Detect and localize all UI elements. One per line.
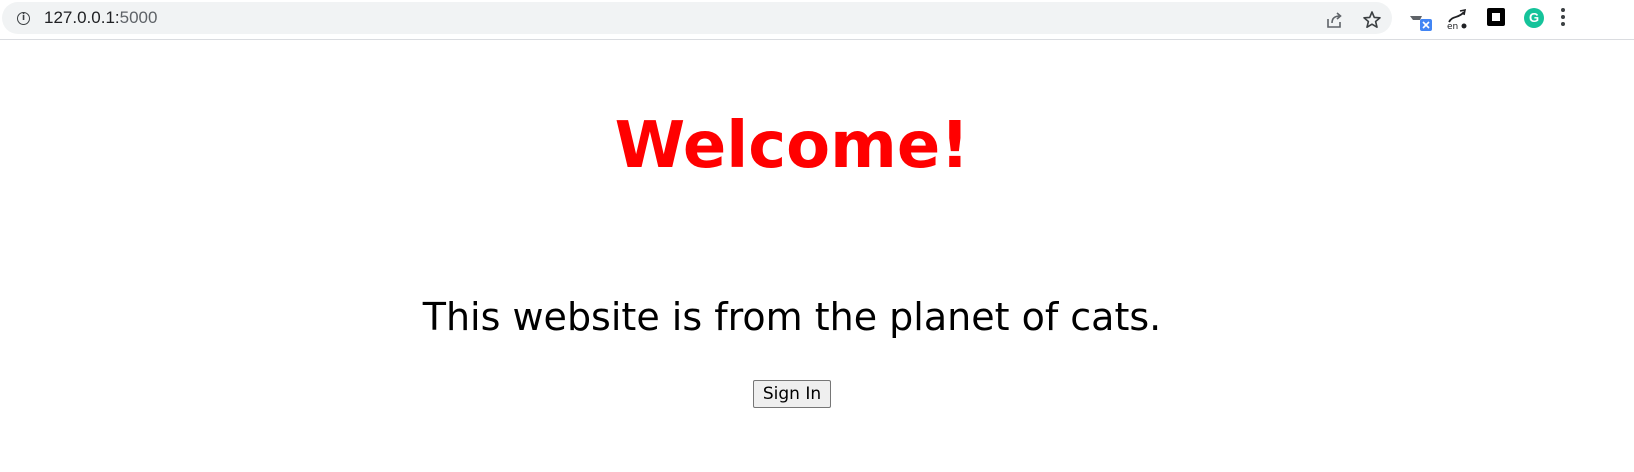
address-bar[interactable]: i 127.0.0.1:5000 [2,2,1392,34]
tagline-text: This website is from the planet of cats. [422,295,1162,339]
grammarly-icon[interactable]: G [1524,8,1544,28]
square-extension-icon[interactable] [1487,8,1505,26]
svg-text:en: en [1447,22,1458,31]
dictionary-extension-icon[interactable]: en [1446,7,1470,31]
info-icon[interactable]: i [17,12,30,25]
url-host: 127.0.0.1: [44,8,120,27]
welcome-heading: Welcome! [614,109,970,183]
sign-in-button[interactable]: Sign In [752,380,832,408]
share-icon[interactable] [1324,10,1344,30]
menu-dot [1561,15,1565,19]
signin-container: Sign In [0,380,1584,408]
browser-toolbar: i 127.0.0.1:5000 en G [0,0,1634,40]
star-icon[interactable] [1362,10,1382,30]
translate-extension-icon[interactable] [1409,10,1435,34]
page-content: Welcome! This website is from the planet… [0,40,1634,472]
url-port: 5000 [119,8,158,27]
menu-dot [1561,8,1565,12]
kebab-menu-icon[interactable] [1561,8,1567,28]
menu-dot [1561,22,1565,26]
url-text[interactable]: 127.0.0.1:5000 [44,8,157,28]
